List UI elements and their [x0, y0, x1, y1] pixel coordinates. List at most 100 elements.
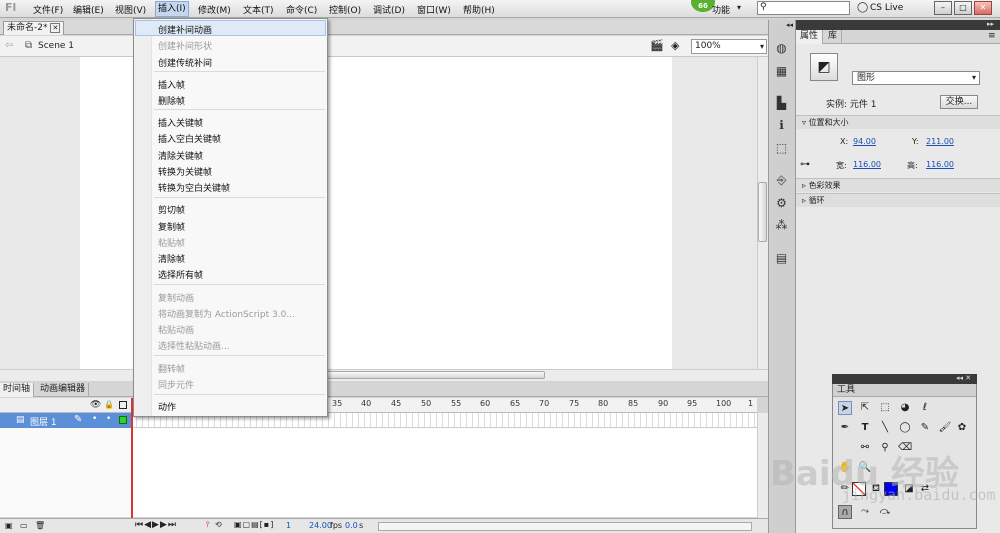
outline-icon[interactable] [119, 401, 127, 409]
section-loop[interactable]: ▹ 循环 [796, 193, 1000, 207]
menu-item-clear-frames[interactable]: 清除帧 [158, 252, 185, 265]
menu-edit[interactable]: 编辑(E) [73, 3, 104, 16]
transform-icon[interactable]: ⬚ [773, 140, 790, 156]
menu-item-reverse-frames[interactable]: 翻转帧 [158, 362, 185, 375]
w-value[interactable]: 116.00 [853, 160, 881, 169]
center-frame-icon[interactable]: ⫯ [206, 520, 209, 530]
info-icon[interactable]: ℹ [773, 117, 790, 133]
menu-item-copy-frames[interactable]: 复制帧 [158, 220, 185, 233]
document-tab[interactable]: 未命名-2* ✕ [3, 21, 65, 35]
visibility-dot[interactable]: • [92, 414, 97, 424]
tab-properties[interactable]: 属性 [796, 30, 824, 44]
section-position-size[interactable]: ▿ 位置和大小 [796, 115, 1000, 129]
zoom-select[interactable]: 100% ▾ [691, 39, 767, 54]
workspace-switcher[interactable]: 功能 [712, 3, 730, 16]
straighten-icon[interactable]: ⤼ [878, 505, 892, 519]
tab-motion-editor[interactable]: 动画编辑器 [37, 383, 90, 397]
y-value[interactable]: 211.00 [926, 137, 954, 146]
lock-icon[interactable]: 🔒 [104, 400, 114, 409]
frame-rate[interactable]: 24.00 [309, 521, 332, 530]
tab-timeline[interactable]: 时间轴 [0, 383, 35, 397]
outline-color-icon[interactable] [119, 416, 127, 424]
section-color-effect[interactable]: ▹ 色彩效果 [796, 178, 1000, 192]
cs-live-button[interactable]: CS Live [870, 3, 903, 13]
back-arrow-icon[interactable]: ⇦ [5, 40, 13, 51]
pencil-tool-icon[interactable]: ✎ [918, 421, 932, 435]
swatches-icon[interactable]: ▦ [773, 63, 790, 79]
eye-icon[interactable]: 👁 [90, 400, 101, 410]
menu-item-copy-motion-as3[interactable]: 将动画复制为 ActionScript 3.0... [158, 307, 295, 320]
close-window-button[interactable]: ✕ [974, 1, 992, 15]
color-panel-icon[interactable]: ◍ [773, 40, 790, 56]
current-frame[interactable]: 1 [286, 521, 291, 530]
collapse-icon[interactable]: ▸▸ [987, 20, 994, 28]
menu-item-insert-keyframe[interactable]: 插入关键帧 [158, 116, 203, 129]
menu-item-paste-motion[interactable]: 粘贴动画 [158, 323, 194, 336]
line-tool-icon[interactable]: ╲ [878, 421, 892, 435]
menu-item-remove-frames[interactable]: 删除帧 [158, 94, 185, 107]
frames-area[interactable] [131, 428, 757, 517]
menu-item-cut-frames[interactable]: 剪切帧 [158, 203, 185, 216]
collapse-icon[interactable]: ◂◂ ✕ [956, 374, 971, 382]
menu-view[interactable]: 视图(V) [115, 3, 146, 16]
components-icon[interactable]: ⚙ [773, 195, 790, 211]
menu-item-insert-blank-keyframe[interactable]: 插入空白关键帧 [158, 132, 221, 145]
playback-controls-icon[interactable]: ⏮◀▶▶⏭ [135, 520, 177, 530]
output-icon[interactable]: ▤ [773, 250, 790, 266]
loop-icon[interactable]: ⟲ [215, 520, 222, 529]
lock-dot[interactable]: • [106, 414, 111, 424]
close-icon[interactable]: ✕ [50, 23, 61, 33]
free-transform-tool-icon[interactable]: ⬚ [878, 401, 892, 415]
swap-button[interactable]: 交换... [940, 95, 978, 109]
menu-item-clear-keyframe[interactable]: 清除关键帧 [158, 149, 203, 162]
menu-control[interactable]: 控制(O) [329, 3, 361, 16]
panel-menu-icon[interactable]: ≡ [988, 31, 996, 41]
menu-file[interactable]: 文件(F) [33, 3, 63, 16]
motion-presets-icon[interactable]: ⁂ [773, 217, 790, 233]
menu-insert[interactable]: 插入(I) [155, 1, 189, 17]
deco-tool-icon[interactable]: ✿ [955, 421, 969, 435]
menu-item-insert-frame[interactable]: 插入帧 [158, 78, 185, 91]
3d-rotation-tool-icon[interactable]: ◕ [898, 401, 912, 415]
layer-row[interactable]: ▤ 图层 1 ✎ • • [0, 413, 131, 428]
menu-item-synchronize-symbols[interactable]: 同步元件 [158, 378, 194, 391]
selection-tool-icon[interactable]: ➤ [838, 401, 852, 415]
menu-text[interactable]: 文本(T) [243, 3, 274, 16]
x-value[interactable]: 94.00 [853, 137, 876, 146]
brush-tool-icon[interactable]: 🖌 [938, 421, 952, 435]
new-folder-icon[interactable]: ▭ [20, 521, 28, 530]
smooth-icon[interactable]: ⤳ [858, 505, 872, 519]
text-tool-icon[interactable]: T [858, 421, 872, 435]
onion-skin-icon[interactable]: ▣▢▤[▪] [234, 520, 274, 529]
new-layer-icon[interactable]: ▣ [5, 521, 13, 530]
menu-item-convert-to-keyframe[interactable]: 转换为关键帧 [158, 165, 212, 178]
menu-item-select-all-frames[interactable]: 选择所有帧 [158, 268, 203, 281]
edit-symbols-icon[interactable]: ◈ [671, 39, 679, 52]
menu-item-copy-motion[interactable]: 复制动画 [158, 291, 194, 304]
code-snippets-icon[interactable]: ⎆ [773, 172, 790, 188]
timeline-horizontal-scrollbar[interactable] [378, 522, 752, 531]
expand-icon[interactable]: ◂◂ [786, 21, 793, 29]
menu-item-create-shape-tween[interactable]: 创建补间形状 [158, 39, 212, 52]
delete-layer-icon[interactable]: 🗑 [35, 521, 45, 530]
menu-commands[interactable]: 命令(C) [286, 3, 317, 16]
pen-tool-icon[interactable]: ✒ [838, 421, 852, 435]
tab-library[interactable]: 库 [824, 30, 843, 44]
menu-item-create-classic-tween[interactable]: 创建传统补间 [158, 56, 212, 69]
oval-tool-icon[interactable]: ◯ [898, 421, 912, 435]
menu-item-paste-motion-special[interactable]: 选择性粘贴动画... [158, 339, 230, 352]
lasso-tool-icon[interactable]: ℓ [918, 401, 932, 415]
align-icon[interactable]: ▙ [773, 95, 790, 111]
menu-window[interactable]: 窗口(W) [417, 3, 451, 16]
minimize-button[interactable]: – [934, 1, 952, 15]
menu-item-actions[interactable]: 动作 [158, 400, 176, 413]
h-value[interactable]: 116.00 [926, 160, 954, 169]
menu-item-create-motion-tween[interactable]: 创建补间动画 [158, 23, 212, 36]
menu-debug[interactable]: 调试(D) [373, 3, 405, 16]
menu-item-paste-frames[interactable]: 粘贴帧 [158, 236, 185, 249]
menu-item-convert-to-blank-keyframe[interactable]: 转换为空白关键帧 [158, 181, 230, 194]
restore-button[interactable]: □ [954, 1, 972, 15]
vertical-scroll-thumb[interactable] [758, 182, 767, 242]
snap-magnet-icon[interactable]: ∩ [838, 505, 852, 519]
search-input[interactable]: ⚲ [757, 1, 850, 15]
